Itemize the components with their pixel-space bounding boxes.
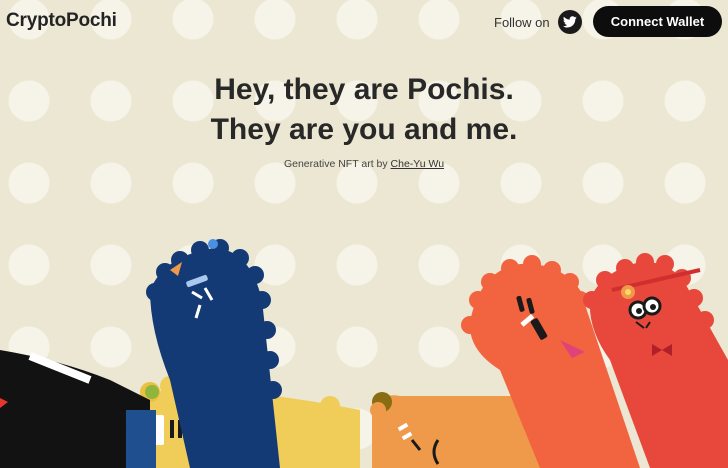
pochi-characters-illustration [0, 239, 728, 468]
black-pochi [0, 350, 156, 468]
